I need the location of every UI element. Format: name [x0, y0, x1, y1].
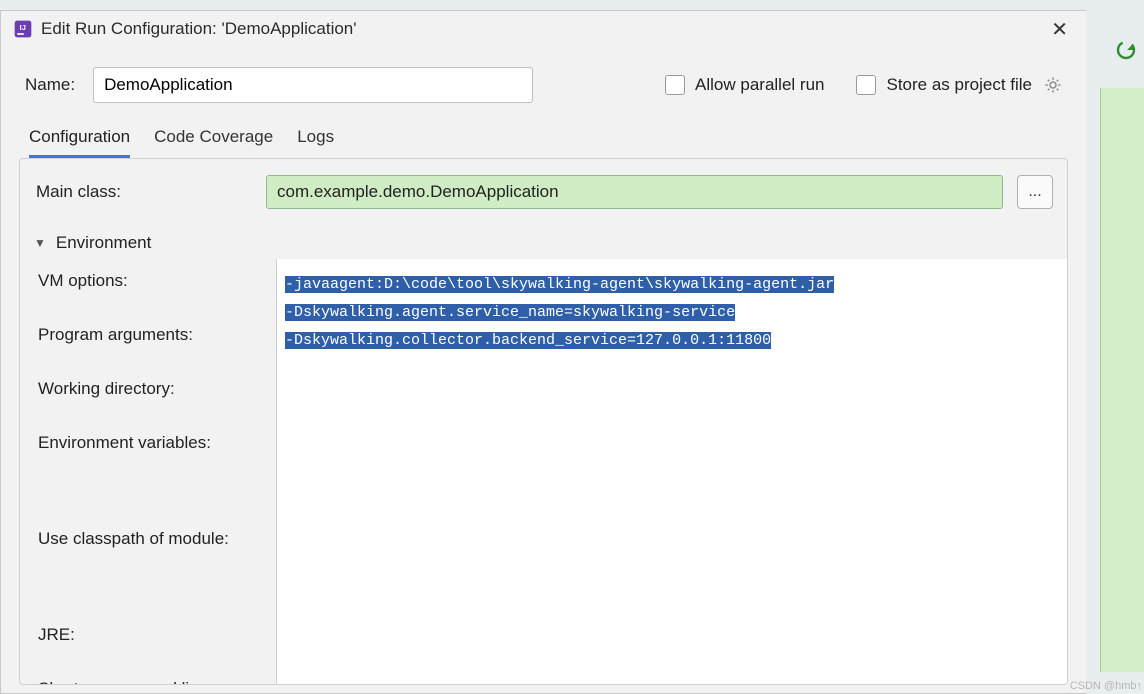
chevron-down-icon: ▼ [34, 236, 46, 250]
allow-parallel-group[interactable]: Allow parallel run [665, 75, 824, 95]
allow-parallel-checkbox[interactable] [665, 75, 685, 95]
environment-title: Environment [56, 233, 151, 253]
jre-label: JRE: [38, 625, 276, 679]
tab-configuration[interactable]: Configuration [29, 127, 130, 158]
vm-options-line-2: -Dskywalking.agent.service_name=skywalki… [285, 304, 735, 321]
close-button[interactable]: ✕ [1045, 17, 1074, 42]
intellij-icon: IJ [13, 19, 33, 39]
run-config-dialog: IJ Edit Run Configuration: 'DemoApplicat… [0, 10, 1086, 694]
gear-icon[interactable] [1044, 76, 1062, 94]
allow-parallel-label: Allow parallel run [695, 75, 824, 95]
titlebar: IJ Edit Run Configuration: 'DemoApplicat… [1, 11, 1086, 47]
classpath-label: Use classpath of module: [38, 529, 276, 625]
refresh-icon [1114, 38, 1138, 62]
tab-logs[interactable]: Logs [297, 127, 334, 158]
vm-options-editor[interactable]: -javaagent:D:\code\tool\skywalking-agent… [276, 259, 1067, 685]
main-class-label: Main class: [36, 182, 252, 202]
tab-bar: Configuration Code Coverage Logs [1, 121, 1086, 158]
dialog-title: Edit Run Configuration: 'DemoApplication… [41, 19, 357, 39]
main-class-input[interactable] [266, 175, 1003, 209]
watermark: CSDN @hmb↑ [1070, 680, 1142, 692]
vm-options-label: VM options: [38, 271, 276, 325]
working-dir-label: Working directory: [38, 379, 276, 433]
tab-code-coverage[interactable]: Code Coverage [154, 127, 273, 158]
main-class-row: Main class: ... [20, 159, 1067, 219]
config-panel: Main class: ... ▼ Environment VM options… [19, 158, 1068, 685]
svg-text:IJ: IJ [20, 23, 26, 32]
name-input[interactable] [93, 67, 533, 103]
name-row: Name: Allow parallel run Store as projec… [1, 47, 1086, 121]
editor-gutter [1100, 88, 1144, 672]
name-label: Name: [25, 75, 75, 95]
vm-options-line-3: -Dskywalking.collector.backend_service=1… [285, 332, 771, 349]
vm-options-line-1: -javaagent:D:\code\tool\skywalking-agent… [285, 276, 834, 293]
store-as-project-checkbox[interactable] [856, 75, 876, 95]
store-as-project-label: Store as project file [886, 75, 1032, 95]
labels-column: VM options: Program arguments: Working d… [20, 259, 276, 685]
main-class-browse-button[interactable]: ... [1017, 175, 1053, 209]
environment-section-header[interactable]: ▼ Environment [20, 219, 1067, 259]
environment-body: VM options: Program arguments: Working d… [20, 259, 1067, 685]
program-args-label: Program arguments: [38, 325, 276, 379]
env-vars-label: Environment variables: [38, 433, 276, 529]
shorten-label: Shorten command line: [38, 679, 276, 685]
store-as-project-group[interactable]: Store as project file [856, 75, 1062, 95]
